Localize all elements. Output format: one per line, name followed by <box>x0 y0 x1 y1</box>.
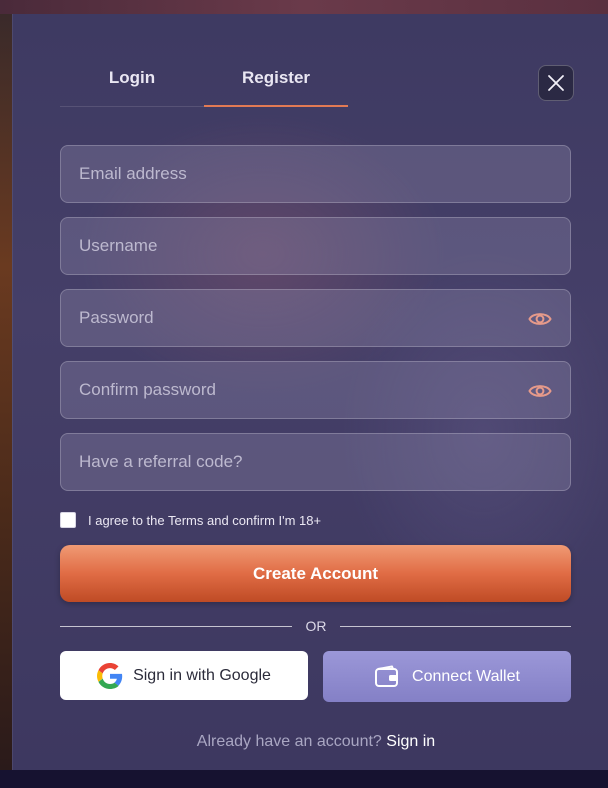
agree-checkbox[interactable] <box>60 512 76 528</box>
close-icon <box>548 75 564 91</box>
username-input[interactable] <box>61 218 570 274</box>
confirm-password-input[interactable] <box>61 362 570 418</box>
background-top-strip <box>0 0 608 14</box>
divider-left <box>60 626 292 627</box>
username-field <box>60 217 571 275</box>
signin-link[interactable]: Sign in <box>386 733 435 750</box>
google-icon <box>97 662 123 689</box>
tab-register[interactable]: Register <box>204 60 348 107</box>
eye-icon[interactable] <box>528 308 552 330</box>
divider-right <box>340 626 571 627</box>
password-input[interactable] <box>61 290 570 346</box>
email-field <box>60 145 571 203</box>
confirm-password-field <box>60 361 571 419</box>
google-signin-button[interactable]: Sign in with Google <box>60 651 308 700</box>
eye-icon[interactable] <box>528 380 552 402</box>
google-signin-label: Sign in with Google <box>133 666 271 684</box>
referral-code-input[interactable] <box>61 434 570 490</box>
agree-terms-row: I agree to the Terms and confirm I'm 18+ <box>60 511 321 529</box>
wallet-icon <box>375 665 399 687</box>
connect-wallet-label: Connect Wallet <box>412 667 520 685</box>
close-button[interactable] <box>538 65 574 101</box>
referral-code-field <box>60 433 571 491</box>
background-image-edge <box>0 14 12 770</box>
background-bottom-strip <box>0 770 608 788</box>
password-field <box>60 289 571 347</box>
email-input[interactable] <box>61 146 570 202</box>
tab-login[interactable]: Login <box>60 60 204 106</box>
connect-wallet-button[interactable]: Connect Wallet <box>323 651 571 702</box>
create-account-button[interactable]: Create Account <box>60 545 571 602</box>
signin-prompt: Already have an account? Sign in <box>13 733 608 751</box>
divider-or-text: OR <box>305 618 327 634</box>
auth-tabs: Login Register <box>60 60 348 107</box>
signin-prompt-text: Already have an account? <box>196 733 382 750</box>
agree-label: I agree to the Terms and confirm I'm 18+ <box>88 512 322 528</box>
register-modal: Login Register I agree to the Terms and … <box>12 14 608 770</box>
